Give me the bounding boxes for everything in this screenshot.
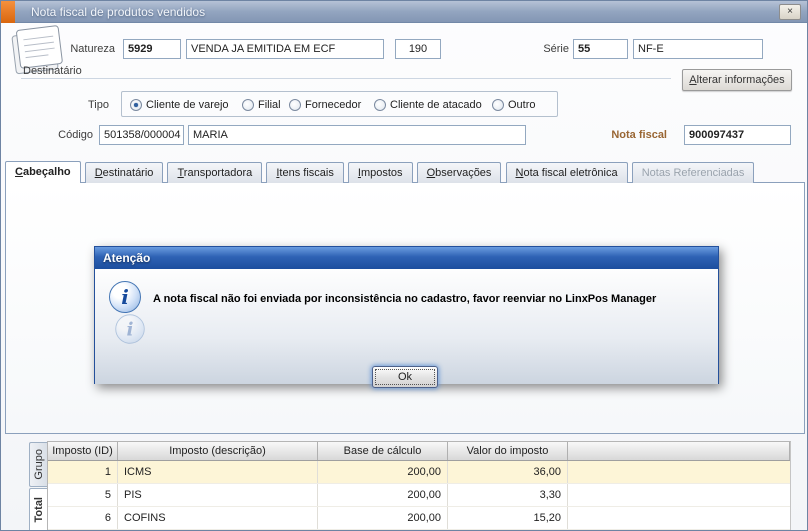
natureza-cfop-field[interactable]: 190 [395,39,441,59]
radio-icon [242,99,254,111]
nota-fiscal-label: Nota fiscal [599,129,667,141]
cell-base: 200,00 [318,484,448,506]
tab-impostos[interactable]: Impostos [348,162,413,183]
invoice-window: Nota fiscal de produtos vendidos × Natur… [0,0,808,531]
cell-filler [568,461,790,483]
cell-descricao: ICMS [118,461,318,483]
ok-button[interactable]: Ok [372,366,438,388]
tab-itens-fiscais[interactable]: Itens fiscais [266,162,343,183]
close-button[interactable]: × [779,4,801,20]
radio-cliente-atacado[interactable]: Cliente de atacado [374,97,482,113]
codigo-field[interactable]: 501358/000004 [99,125,184,145]
radio-cliente-varejo[interactable]: Cliente de varejo [130,97,229,113]
dialog-message: A nota fiscal não foi enviada por incons… [153,293,701,305]
tab-cabecalho[interactable]: Cabeçalho [5,161,81,183]
table-row[interactable]: 1 ICMS 200,00 36,00 [48,461,790,484]
destinatario-divider [21,78,671,79]
cell-valor: 36,00 [448,461,568,483]
cliente-nome-field[interactable]: MARIA [188,125,526,145]
cell-id: 1 [48,461,118,483]
tab-nota-fiscal-eletronica[interactable]: Nota fiscal eletrônica [506,162,628,183]
header-imposto-id[interactable]: Imposto (ID) [48,442,118,460]
info-icon-ghost: i [115,314,144,343]
impostos-table: Imposto (ID) Imposto (descrição) Base de… [47,441,791,531]
tab-destinatario[interactable]: Destinatário [85,162,164,183]
tab-strip: Cabeçalho Destinatário Transportadora It… [5,161,755,183]
table-row[interactable]: 5 PIS 200,00 3,30 [48,484,790,507]
radio-icon [492,99,504,111]
cell-valor: 15,20 [448,507,568,529]
tab-observacoes[interactable]: Observações [417,162,502,183]
radio-icon [130,99,142,111]
tab-notas-referenciadas: Notas Referenciadas [632,162,755,183]
cell-id: 6 [48,507,118,529]
header-imposto-descricao[interactable]: Imposto (descrição) [118,442,318,460]
serie-modelo-field[interactable]: NF-E [633,39,763,59]
cell-valor: 3,30 [448,484,568,506]
cell-descricao: PIS [118,484,318,506]
serie-label: Série [521,43,569,55]
nota-fiscal-field[interactable]: 900097437 [684,125,791,145]
atencao-dialog: Atenção i i A nota fiscal não foi enviad… [94,246,719,384]
natureza-code-field[interactable]: 5929 [123,39,181,59]
radio-fornecedor[interactable]: Fornecedor [289,97,361,113]
tipo-radio-group: Cliente de varejo Filial Fornecedor Clie… [121,91,558,117]
radio-icon [374,99,386,111]
window-title: Nota fiscal de produtos vendidos [31,5,205,19]
header-valor-imposto[interactable]: Valor do imposto [448,442,568,460]
cell-filler [568,507,790,529]
table-row[interactable]: 6 COFINS 200,00 15,20 [48,507,790,530]
dialog-body: i i A nota fiscal não foi enviada por in… [95,269,718,384]
cell-base: 200,00 [318,507,448,529]
table-header-row: Imposto (ID) Imposto (descrição) Base de… [48,442,790,461]
codigo-label: Código [41,129,93,141]
radio-filial[interactable]: Filial [242,97,281,113]
header-filler [568,442,790,460]
natureza-label: Natureza [59,43,115,55]
radio-icon [289,99,301,111]
cell-filler [568,484,790,506]
cell-descricao: COFINS [118,507,318,529]
info-icon: i [109,281,141,313]
window-titlebar[interactable]: Nota fiscal de produtos vendidos × [1,1,807,23]
natureza-desc-field[interactable]: VENDA JA EMITIDA EM ECF [186,39,384,59]
header-base-calculo[interactable]: Base de cálculo [318,442,448,460]
radio-outro[interactable]: Outro [492,97,536,113]
side-tab-total[interactable]: Total [29,488,47,531]
dialog-titlebar[interactable]: Atenção [95,247,718,269]
cell-base: 200,00 [318,461,448,483]
serie-field[interactable]: 55 [573,39,628,59]
alterar-informacoes-button[interactable]: Alterar informações [682,69,792,91]
tipo-label: Tipo [61,99,109,111]
side-tab-grupo[interactable]: Grupo [29,442,47,487]
destinatario-group-label: Destinatário [23,65,82,77]
tab-transportadora[interactable]: Transportadora [167,162,262,183]
app-icon [1,1,15,23]
cell-id: 5 [48,484,118,506]
